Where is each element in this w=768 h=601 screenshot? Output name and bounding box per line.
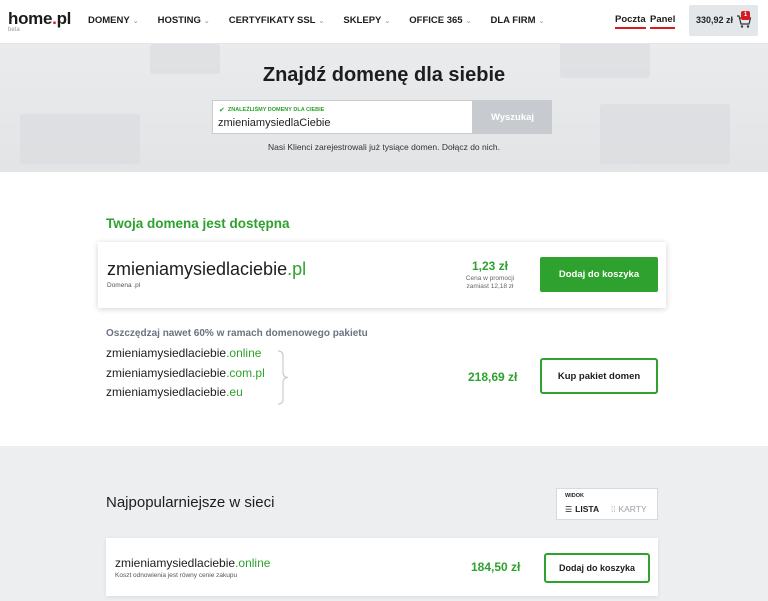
main-nav: DOMENY ⌄ HOSTING ⌄ CERTYFIKATY SSL ⌄ SKLEPY… <box>88 15 563 26</box>
nav-item-dla-firm[interactable]: DLA FIRM ⌄ <box>490 15 544 26</box>
cart-amount: 330,92 zł <box>696 15 734 25</box>
popular-domain-price: 184,50 zł <box>471 560 521 574</box>
background-keyboard-decoration <box>20 114 140 164</box>
view-cards-option[interactable]: ⁞⁞ KARTY <box>611 504 647 514</box>
view-label: WIDOK <box>565 493 584 499</box>
list-item: zmieniamysiedlaciebie.online <box>106 346 262 360</box>
popular-domain-card: zmieniamysiedlaciebie.online Koszt odnow… <box>106 538 658 596</box>
domain-search-box[interactable]: ✔ ZNALEŹLIŚMY DOMENY DLA CIEBIE <box>212 100 473 134</box>
bundle-title: Oszczędzaj nawet 60% w ramach domenowego… <box>106 328 368 339</box>
checkmark-icon: ✔ <box>219 107 225 114</box>
search-hero: Znajdź domenę dla siebie ✔ ZNALEŹLIŚMY D… <box>0 44 768 172</box>
popular-section-title: Najpopularniejsze w sieci <box>106 494 275 511</box>
grid-icon: ⁞⁞ <box>611 504 616 514</box>
nav-item-office365[interactable]: OFFICE 365 ⌄ <box>409 15 471 26</box>
nav-item-ssl[interactable]: CERTYFIKATY SSL ⌄ <box>229 15 325 26</box>
domain-type-label: Domena .pl <box>107 282 141 289</box>
domain-price: 1,23 zł <box>471 259 509 273</box>
home-pl-logo[interactable]: home.pl <box>8 9 71 29</box>
chevron-down-icon: ⌄ <box>384 17 391 25</box>
hero-title: Znajdź domenę dla siebie <box>262 64 506 86</box>
view-toggle: WIDOK ☰ LISTA ⁞⁞ KARTY <box>556 488 658 520</box>
available-domain-card: zmieniamysiedlaciebie.pl Domena .pl 1,23… <box>98 242 666 308</box>
curly-brace-icon <box>277 350 289 405</box>
chevron-down-icon: ⌄ <box>465 17 472 25</box>
cart-count-badge: 1 <box>741 11 750 20</box>
panel-link[interactable]: Panel <box>650 14 676 29</box>
top-navigation-bar: home.pl beta DOMENY ⌄ HOSTING ⌄ CERTYFIKAT… <box>0 0 768 44</box>
background-keyboard-decoration <box>600 104 730 164</box>
mail-link[interactable]: Poczta <box>615 14 646 29</box>
nav-item-sklepy[interactable]: SKLEPY ⌄ <box>343 15 390 26</box>
chevron-down-icon: ⌄ <box>132 17 139 25</box>
popular-domain-name: zmieniamysiedlaciebie.online <box>115 556 271 570</box>
cart-button[interactable]: 330,92 zł 1 <box>689 5 758 36</box>
bundle-price: 218,69 zł <box>468 370 518 384</box>
chevron-down-icon: ⌄ <box>538 17 545 25</box>
price-note: Cena w promocji zamiast 12,18 zł <box>465 275 515 290</box>
popular-add-to-cart-button[interactable]: Dodaj do koszyka <box>544 553 650 583</box>
list-item: zmieniamysiedlaciebie.com.pl <box>106 365 265 380</box>
hero-subtitle: Nasi Klienci zarejestrowali już tysiące … <box>268 142 500 152</box>
domain-search-input[interactable] <box>218 117 458 129</box>
nav-item-domeny[interactable]: DOMENY ⌄ <box>88 15 139 26</box>
list-icon: ☰ <box>565 504 573 514</box>
search-found-label: ✔ ZNALEŹLIŚMY DOMENY DLA CIEBIE <box>219 107 325 114</box>
available-domain-name: zmieniamysiedlaciebie.pl <box>107 259 307 279</box>
available-title: Twoja domena jest dostępna <box>106 216 290 231</box>
search-button[interactable]: Wyszukaj <box>473 100 552 134</box>
add-to-cart-button[interactable]: Dodaj do koszyka <box>540 257 658 292</box>
buy-bundle-button[interactable]: Kup pakiet domen <box>540 358 658 394</box>
chevron-down-icon: ⌄ <box>318 17 325 25</box>
chevron-down-icon: ⌄ <box>203 17 210 25</box>
nav-item-hosting[interactable]: HOSTING ⌄ <box>158 15 210 26</box>
renewal-note: Koszt odnowienia jest równy cenie zakupu <box>115 572 238 579</box>
search-results-section: Twoja domena jest dostępna zmieniamysied… <box>0 172 768 446</box>
view-list-option[interactable]: ☰ LISTA <box>565 504 599 514</box>
list-item: zmieniamysiedlaciebie.eu <box>106 385 243 399</box>
bundle-domain-list: zmieniamysiedlaciebie.online zmieniamysi… <box>106 346 265 405</box>
logo-beta-label: beta <box>8 27 20 33</box>
